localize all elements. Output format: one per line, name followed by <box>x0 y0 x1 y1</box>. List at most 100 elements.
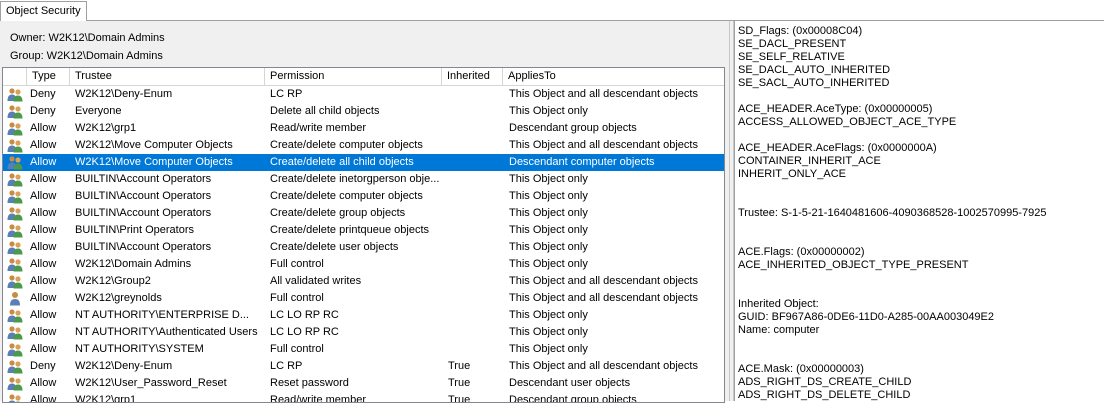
ace-type-cell: Allow <box>30 326 57 338</box>
table-row[interactable]: Allow BUILTIN\Account Operators Create/del… <box>3 205 724 222</box>
user-icon <box>5 290 23 307</box>
inherited-cell <box>448 290 503 307</box>
applies-to-cell: This Object only <box>509 258 588 270</box>
permission-cell: Create/delete printqueue objects <box>270 224 429 236</box>
owner-label: Owner: W2K12\Domain Admins <box>10 32 165 44</box>
trustee-cell: W2K12\User_Password_Reset <box>75 377 227 389</box>
applies-to-cell: This Object only <box>509 241 588 253</box>
inherited-cell <box>448 341 503 358</box>
inherited-cell <box>448 188 503 205</box>
inherited-cell: True <box>448 377 471 389</box>
ace-type-cell: Allow <box>30 207 57 219</box>
column-header-applies-to[interactable]: AppliesTo <box>503 68 724 85</box>
inherited-cell <box>448 86 503 103</box>
table-row[interactable]: Allow W2K12\greynolds Full control This Obj… <box>3 290 724 307</box>
inherited-cell <box>448 137 503 154</box>
applies-to-cell: This Object only <box>509 190 588 202</box>
table-row[interactable]: Deny W2K12\Deny-Enum LC RP This Object and … <box>3 86 724 103</box>
group-icon <box>5 103 23 120</box>
column-header-inherited[interactable]: Inherited <box>442 68 503 85</box>
table-row-selected[interactable]: Allow W2K12\Move Computer Objects Create/d… <box>3 154 724 171</box>
applies-to-cell: This Object only <box>509 224 588 236</box>
table-row[interactable]: Allow NT AUTHORITY\ENTERPRISE D... LC LO R… <box>3 307 724 324</box>
applies-to-cell: This Object only <box>509 309 588 321</box>
applies-to-cell: This Object and all descendant objects <box>509 139 698 151</box>
table-row[interactable]: Allow NT AUTHORITY\Authenticated Users LC … <box>3 324 724 341</box>
group-icon <box>5 307 23 324</box>
ace-type-cell: Allow <box>30 292 57 304</box>
tab-object-security[interactable]: Object Security <box>0 1 87 21</box>
permission-cell: All validated writes <box>270 275 362 287</box>
table-row[interactable]: Allow W2K12\User_Password_Reset Reset pass… <box>3 375 724 392</box>
table-row[interactable]: Allow BUILTIN\Account Operators Create/del… <box>3 239 724 256</box>
trustee-cell: BUILTIN\Account Operators <box>75 173 212 185</box>
ace-type-cell: Deny <box>30 105 56 117</box>
ace-list[interactable]: Type Trustee Permission Inherited Applie… <box>2 67 725 403</box>
table-row[interactable]: Allow BUILTIN\Account Operators Create/del… <box>3 188 724 205</box>
inherited-cell <box>448 171 503 188</box>
trustee-cell: BUILTIN\Account Operators <box>75 207 212 219</box>
column-header-permission[interactable]: Permission <box>265 68 442 85</box>
permission-cell: Read/write member <box>270 394 366 403</box>
table-row[interactable]: Deny Everyone Delete all child objects This… <box>3 103 724 120</box>
trustee-cell: W2K12\Deny-Enum <box>75 88 173 100</box>
inherited-cell: True <box>448 360 471 372</box>
group-icon <box>5 86 23 103</box>
ace-type-cell: Allow <box>30 309 57 321</box>
applies-to-cell: This Object and all descendant objects <box>509 275 698 287</box>
permission-cell: LC RP <box>270 88 303 100</box>
inherited-cell <box>448 103 503 120</box>
applies-to-cell: This Object only <box>509 343 588 355</box>
permission-cell: LC LO RP RC <box>270 326 339 338</box>
inherited-cell <box>448 222 503 239</box>
applies-to-cell: This Object only <box>509 326 588 338</box>
table-row[interactable]: Allow W2K12\Domain Admins Full control This… <box>3 256 724 273</box>
trustee-cell: W2K12\Domain Admins <box>75 258 192 270</box>
group-icon <box>5 222 23 239</box>
trustee-cell: BUILTIN\Print Operators <box>75 224 194 236</box>
ace-rows: Deny W2K12\Deny-Enum LC RP This Object and … <box>3 86 724 403</box>
ace-type-cell: Allow <box>30 241 57 253</box>
table-row[interactable]: Allow W2K12\grp1 Read/write member Descenda… <box>3 120 724 137</box>
table-row[interactable]: Deny W2K12\Deny-Enum LC RP True This Object … <box>3 358 724 375</box>
column-header-trustee[interactable]: Trustee <box>70 68 265 85</box>
column-header-type[interactable]: Type <box>27 68 70 85</box>
table-row[interactable]: Allow BUILTIN\Account Operators Create/del… <box>3 171 724 188</box>
trustee-cell: W2K12\Deny-Enum <box>75 360 173 372</box>
ace-type-cell: Deny <box>30 360 56 372</box>
permission-cell: Read/write member <box>270 122 366 134</box>
group-icon <box>5 375 23 392</box>
trustee-cell: W2K12\Move Computer Objects <box>75 139 233 151</box>
permission-cell: Full control <box>270 258 324 270</box>
applies-to-cell: This Object only <box>509 105 588 117</box>
inherited-cell <box>448 256 503 273</box>
permission-cell: Create/delete inetorgperson obje... <box>270 173 440 185</box>
tab-strip: Object Security <box>0 0 1104 21</box>
permission-cell: LC LO RP RC <box>270 309 339 321</box>
group-icon <box>5 205 23 222</box>
group-icon <box>5 273 23 290</box>
column-header-icon[interactable] <box>3 68 27 85</box>
table-row[interactable]: Allow W2K12\grp1 Read/write member True Desc… <box>3 392 724 403</box>
applies-to-cell: This Object only <box>509 173 588 185</box>
group-icon <box>5 392 23 402</box>
trustee-cell: NT AUTHORITY\SYSTEM <box>75 343 204 355</box>
inherited-cell <box>448 120 503 137</box>
trustee-cell: Everyone <box>75 105 122 117</box>
ace-type-cell: Allow <box>30 139 57 151</box>
group-icon <box>5 256 23 273</box>
column-header-row: Type Trustee Permission Inherited Applie… <box>3 68 724 86</box>
inherited-cell <box>448 154 503 171</box>
table-row[interactable]: Allow NT AUTHORITY\SYSTEM Full control This… <box>3 341 724 358</box>
applies-to-cell: This Object only <box>509 207 588 219</box>
permission-cell: Create/delete user objects <box>270 241 399 253</box>
table-row[interactable]: Allow W2K12\Group2 All validated writes Thi… <box>3 273 724 290</box>
table-row[interactable]: Allow BUILTIN\Print Operators Create/delet… <box>3 222 724 239</box>
trustee-cell: BUILTIN\Account Operators <box>75 241 212 253</box>
table-row[interactable]: Allow W2K12\Move Computer Objects Create/d… <box>3 137 724 154</box>
group-icon <box>5 324 23 341</box>
ace-type-cell: Allow <box>30 377 57 389</box>
trustee-cell: NT AUTHORITY\Authenticated Users <box>75 326 258 338</box>
applies-to-cell: This Object and all descendant objects <box>509 292 698 304</box>
inherited-cell <box>448 205 503 222</box>
